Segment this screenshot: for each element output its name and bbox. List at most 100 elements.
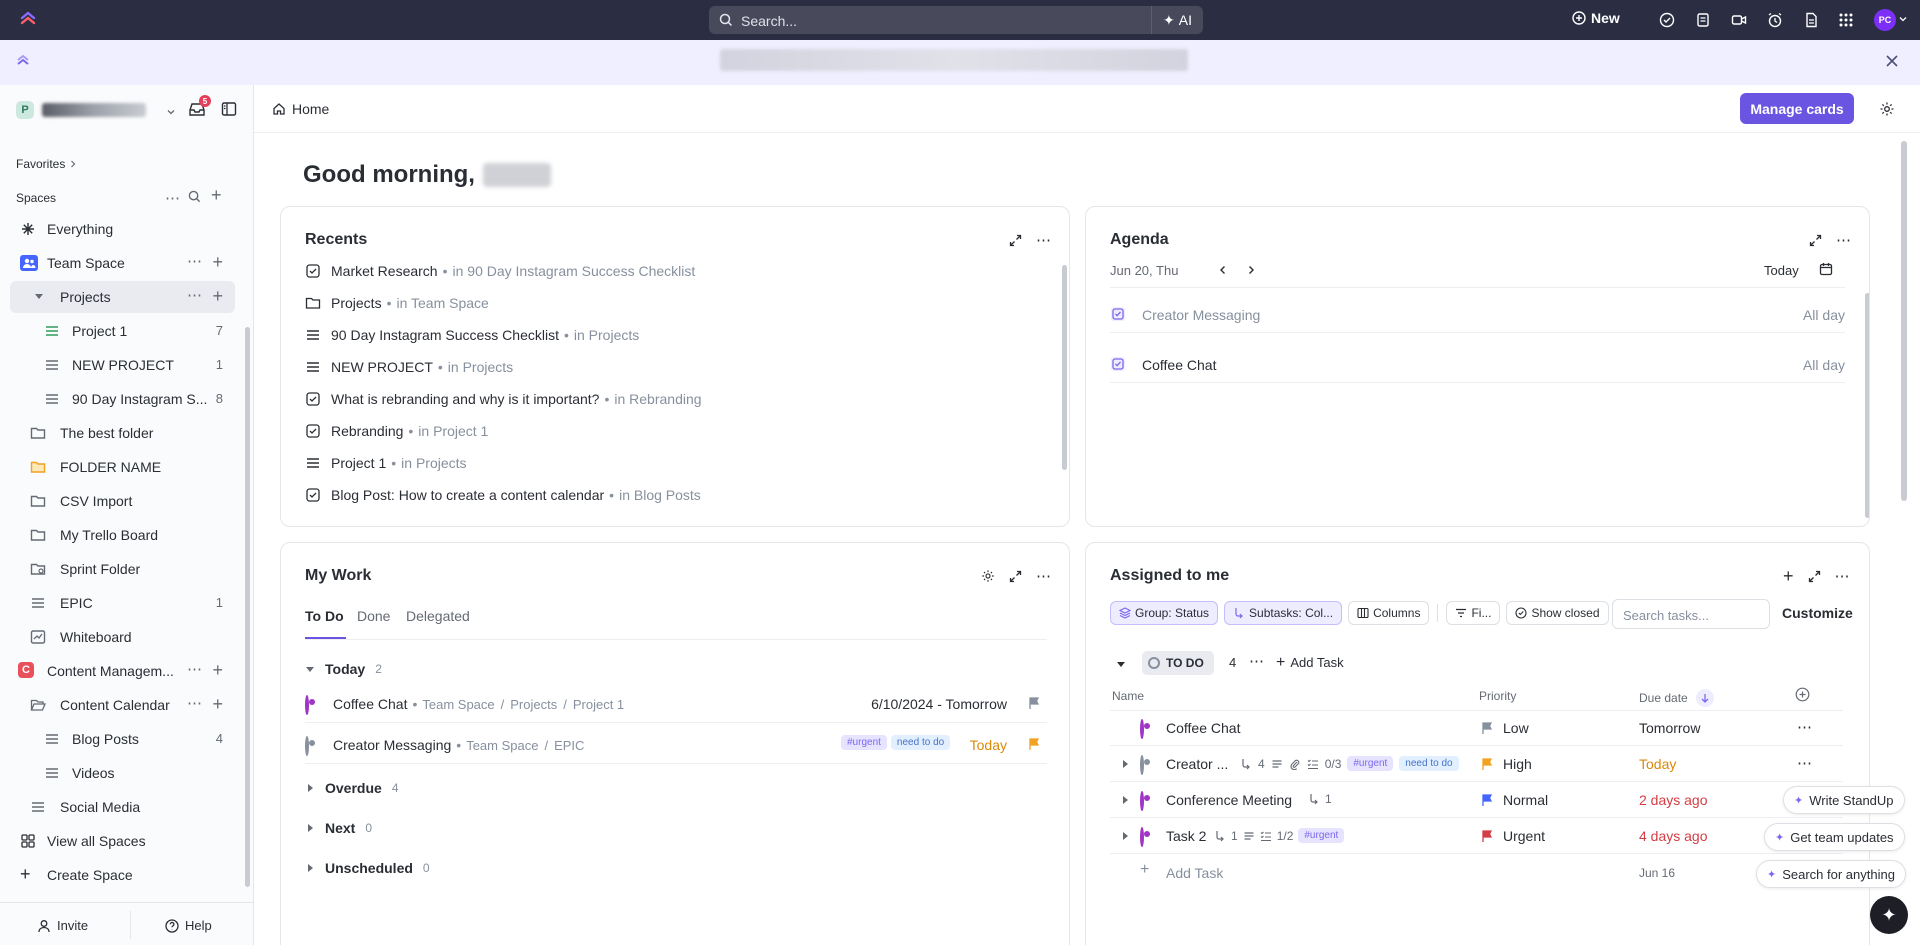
more-icon[interactable]: ⋯ — [1036, 231, 1051, 249]
column-header-priority[interactable]: Priority — [1479, 689, 1516, 703]
user-avatar[interactable]: PC — [1874, 9, 1896, 31]
caret-right-icon[interactable] — [1120, 831, 1130, 841]
sidebar-item-project-1[interactable]: Project 1 7 — [10, 315, 235, 347]
group-overdue[interactable]: Overdue 4 — [305, 780, 399, 796]
add-task-button[interactable]: + Add Task — [1276, 654, 1344, 670]
list-item[interactable]: Rebranding • in Project 1 — [305, 421, 488, 441]
group-next[interactable]: Next 0 — [305, 820, 372, 836]
list-item[interactable]: NEW PROJECT • in Projects — [305, 357, 513, 377]
task-name[interactable]: Creator ... — [1166, 756, 1228, 772]
tag-need-to-do[interactable]: need to do — [1399, 756, 1459, 771]
list-item[interactable]: Projects • in Team Space — [305, 293, 489, 313]
more-icon[interactable]: ⋯ — [1036, 567, 1051, 585]
column-header-due-date[interactable]: Due date — [1639, 689, 1714, 707]
task-row[interactable]: Coffee Chat • Team Space / Projects / Pr… — [305, 685, 1047, 723]
add-column-icon[interactable] — [1795, 687, 1810, 702]
app-logo-icon[interactable] — [20, 11, 36, 29]
sidebar-item-epic[interactable]: EPIC 1 — [10, 587, 235, 619]
status-icon[interactable] — [1140, 827, 1144, 847]
sidebar-item-videos[interactable]: Videos — [10, 757, 235, 789]
more-icon[interactable]: ⋯ — [1797, 754, 1812, 772]
sidebar-item-my-trello-board[interactable]: My Trello Board — [10, 519, 235, 551]
status-icon[interactable] — [1140, 755, 1144, 775]
sidebar-item-content-calendar[interactable]: Content Calendar ⋯ + — [10, 689, 235, 721]
group-unscheduled[interactable]: Unscheduled 0 — [305, 860, 430, 876]
search-tasks-input[interactable]: Search tasks... — [1612, 599, 1770, 629]
help-button[interactable]: Help — [165, 918, 212, 933]
tab-to-do[interactable]: To Do — [305, 608, 344, 624]
subtasks-chip[interactable]: Subtasks: Col... — [1224, 601, 1343, 625]
sidebar-item-view-all-spaces[interactable]: View all Spaces — [10, 825, 235, 857]
sidebar-item-the-best-folder[interactable]: The best folder — [10, 417, 235, 449]
tag-need-to-do[interactable]: need to do — [890, 735, 951, 750]
get-team-updates-button[interactable]: ✦ Get team updates — [1764, 823, 1905, 851]
main-scrollbar[interactable] — [1901, 141, 1907, 501]
more-icon[interactable]: ⋯ — [1835, 567, 1850, 585]
sidebar-item-csv-import[interactable]: CSV Import — [10, 485, 235, 517]
expand-icon[interactable] — [1009, 570, 1022, 583]
group-status-chip[interactable]: Group: Status — [1110, 601, 1219, 625]
table-row[interactable]: Coffee Chat Low Tomorrow ⋯ — [1110, 711, 1843, 746]
favorites-header[interactable]: Favorites — [16, 157, 77, 171]
apps-grid-icon[interactable] — [1838, 12, 1854, 28]
write-standup-button[interactable]: ✦ Write StandUp — [1783, 786, 1905, 814]
agenda-scrollbar[interactable] — [1865, 293, 1869, 518]
sidebar-item-sprint-folder[interactable]: Sprint Folder — [10, 553, 235, 585]
flag-icon[interactable] — [1480, 757, 1494, 771]
ai-assistant-button[interactable]: ✦ — [1870, 896, 1908, 934]
flag-icon[interactable] — [1480, 793, 1494, 807]
task-priority[interactable]: Normal — [1503, 792, 1548, 808]
plus-icon[interactable]: + — [212, 694, 223, 714]
list-item[interactable]: Project 1 • in Projects — [305, 453, 467, 473]
task-name[interactable]: Conference Meeting — [1166, 792, 1292, 808]
more-icon[interactable]: ⋯ — [187, 288, 203, 303]
column-header-name[interactable]: Name — [1112, 689, 1144, 703]
sort-arrow-down-icon[interactable] — [1695, 689, 1714, 707]
sidebar-scrollbar[interactable] — [245, 327, 250, 887]
chevron-left-icon[interactable] — [1218, 265, 1228, 275]
sidebar-item-create-space[interactable]: + Create Space — [10, 859, 235, 891]
tag-urgent[interactable]: #urgent — [1298, 828, 1345, 843]
list-item[interactable]: What is rebranding and why is it importa… — [305, 389, 702, 409]
caret-right-icon[interactable] — [1120, 759, 1130, 769]
ai-button[interactable]: ✦ AI — [1151, 6, 1203, 34]
more-icon[interactable]: ⋯ — [187, 254, 203, 269]
status-icon[interactable] — [1140, 719, 1144, 739]
breadcrumb[interactable]: Home — [272, 101, 329, 117]
task-due-date[interactable]: Tomorrow — [1639, 720, 1700, 736]
expand-icon[interactable] — [1009, 234, 1022, 247]
list-item[interactable]: Market Research • in 90 Day Instagram Su… — [305, 261, 695, 281]
sidebar-item-team-space[interactable]: Team Space ⋯ + — [10, 247, 235, 279]
plus-icon[interactable]: + — [212, 660, 223, 680]
plus-icon[interactable]: + — [1783, 567, 1794, 585]
notepad-icon[interactable] — [1695, 12, 1711, 28]
status-icon[interactable] — [1140, 791, 1144, 811]
group-today[interactable]: Today 2 — [305, 661, 382, 677]
table-row[interactable]: Conference Meeting 1 Normal 2 days ago — [1110, 783, 1843, 818]
agenda-event[interactable]: Creator Messaging All day — [1110, 299, 1845, 333]
plus-icon[interactable]: + — [212, 252, 223, 272]
manage-cards-button[interactable]: Manage cards — [1740, 93, 1854, 124]
caret-down-icon[interactable] — [1116, 659, 1126, 669]
status-icon[interactable] — [305, 695, 309, 715]
search-icon[interactable] — [188, 190, 201, 203]
more-icon[interactable]: ⋯ — [187, 662, 203, 677]
expand-icon[interactable] — [1809, 234, 1822, 247]
columns-chip[interactable]: Columns — [1348, 601, 1430, 625]
calendar-icon[interactable] — [1819, 262, 1833, 276]
tag-urgent[interactable]: #urgent — [841, 735, 887, 750]
more-icon[interactable]: ⋯ — [1249, 652, 1264, 670]
task-due-date[interactable]: 4 days ago — [1639, 828, 1708, 844]
search-for-anything-button[interactable]: ✦ Search for anything — [1756, 860, 1906, 888]
task-row[interactable]: Creator Messaging • Team Space / EPIC #u… — [305, 726, 1047, 764]
sidebar-toggle-icon[interactable] — [221, 101, 237, 117]
spaces-more-icon[interactable]: ⋯ — [165, 189, 181, 207]
gear-icon[interactable] — [1879, 101, 1895, 117]
document-icon[interactable] — [1803, 12, 1819, 28]
task-name[interactable]: Coffee Chat — [1166, 720, 1240, 736]
close-icon[interactable] — [1885, 54, 1899, 68]
invite-button[interactable]: Invite — [37, 918, 88, 933]
filter-chip[interactable]: Fi... — [1446, 601, 1501, 625]
global-search-bar[interactable]: Search... ✦ AI — [709, 6, 1203, 34]
more-icon[interactable]: ⋯ — [1836, 231, 1851, 249]
